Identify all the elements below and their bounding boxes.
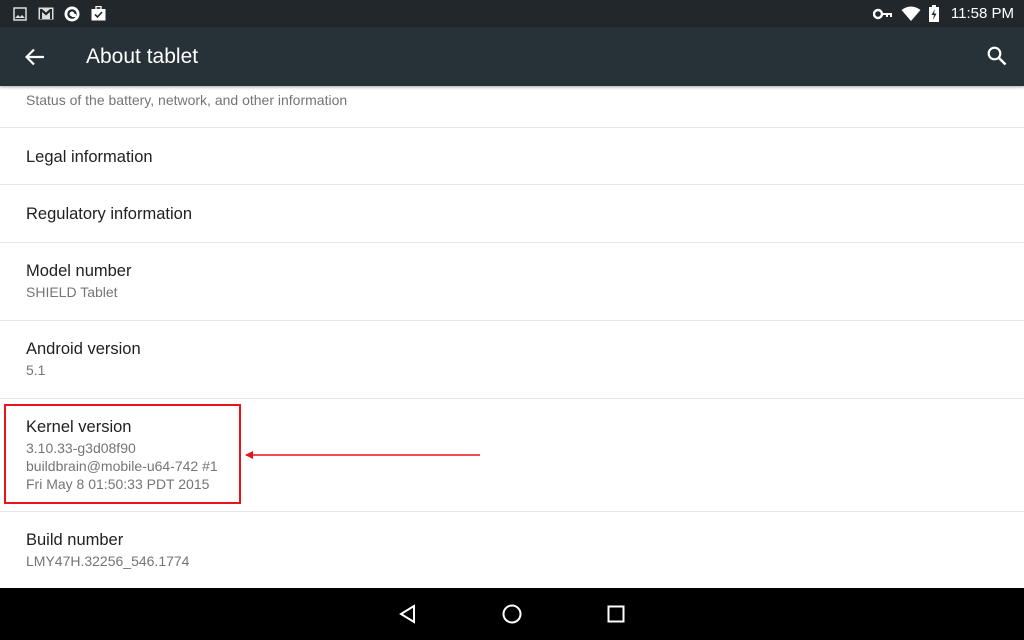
home-circle-icon (502, 604, 522, 624)
status-time: 11:58 PM (950, 5, 1014, 22)
navigation-bar (0, 588, 1024, 640)
list-item-status[interactable]: Status of the battery, network, and othe… (0, 86, 1024, 128)
wifi-icon (901, 6, 921, 22)
battery-charging-icon (928, 5, 939, 22)
android-screen: 11:58 PM About tablet Status of the batt… (0, 0, 1024, 640)
search-button[interactable] (984, 43, 1010, 69)
list-item-android-version[interactable]: Android version 5.1 (0, 321, 1024, 399)
kernel-version-title: Kernel version (26, 418, 132, 436)
search-icon (987, 46, 1007, 66)
list-item-legal-information[interactable]: Legal information (0, 128, 1024, 185)
nav-recents-button[interactable] (602, 600, 630, 628)
image-icon (12, 6, 28, 22)
regulatory-information-title: Regulatory information (26, 205, 192, 223)
build-number-value: LMY47H.32256_546.1774 (26, 553, 190, 569)
status-bar: 11:58 PM (0, 0, 1024, 27)
status-summary: Status of the battery, network, and othe… (26, 92, 348, 108)
briefcase-check-icon (90, 6, 106, 22)
nav-back-button[interactable] (394, 600, 422, 628)
legal-information-title: Legal information (26, 148, 153, 166)
list-item-build-number[interactable]: Build number LMY47H.32256_546.1774 (0, 512, 1024, 588)
model-number-title: Model number (26, 262, 132, 280)
back-button[interactable] (22, 44, 48, 70)
gmail-icon (38, 6, 54, 22)
recents-square-icon (607, 605, 625, 623)
list-item-kernel-version[interactable]: Kernel version 3.10.33-g3d08f90 buildbra… (0, 399, 1024, 512)
annotation-arrow-icon (245, 451, 480, 459)
back-triangle-icon (399, 604, 415, 624)
vpn-key-icon (872, 6, 893, 22)
android-version-title: Android version (26, 340, 141, 358)
build-number-title: Build number (26, 531, 124, 549)
app-bar: About tablet (0, 27, 1024, 86)
arrow-back-icon (25, 48, 44, 66)
notification-icons (0, 6, 106, 22)
nav-home-button[interactable] (498, 600, 526, 628)
settings-list: Status of the battery, network, and othe… (0, 86, 1024, 588)
android-version-value: 5.1 (26, 362, 46, 378)
sync-circle-icon (64, 6, 80, 22)
model-number-value: SHIELD Tablet (26, 284, 118, 300)
page-title: About tablet (86, 45, 199, 68)
list-item-regulatory-information[interactable]: Regulatory information (0, 185, 1024, 243)
list-item-model-number[interactable]: Model number SHIELD Tablet (0, 243, 1024, 321)
system-status: 11:58 PM (872, 0, 1014, 27)
kernel-version-line-3: Fri May 8 01:50:33 PDT 2015 (26, 476, 210, 492)
